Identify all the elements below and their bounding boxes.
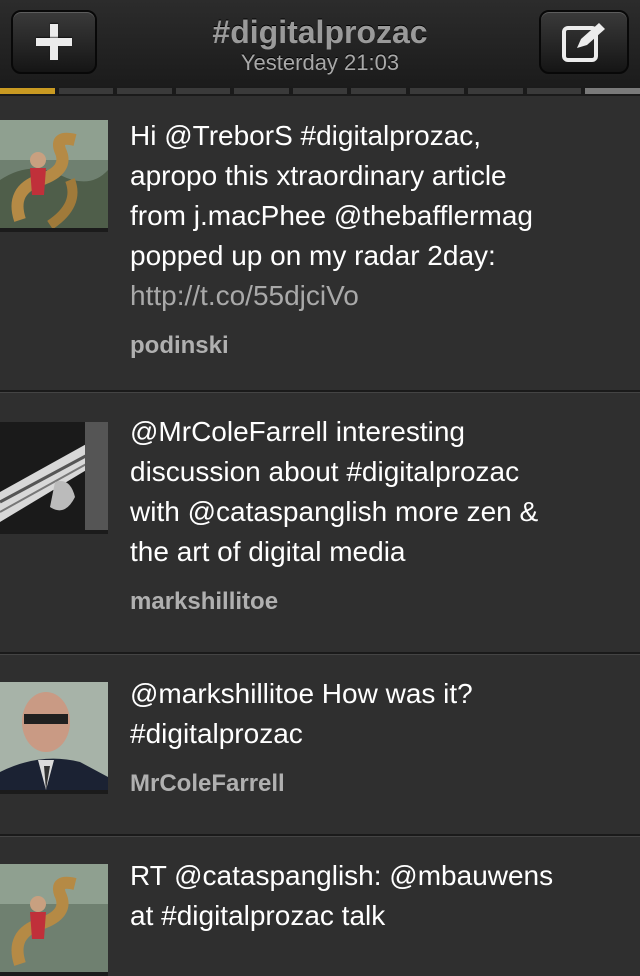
navigation-bar: #digitalprozac Yesterday 21:03 [0, 0, 640, 89]
tweet-text: @MrColeFarrell interesting discussion ab… [130, 416, 539, 567]
tweet-username[interactable]: MrColeFarrell [130, 770, 285, 798]
tweet-text: RT @cataspanglish: @mbauwens at #digital… [130, 860, 554, 931]
nav-title-group: #digitalprozac Yesterday 21:03 [110, 14, 530, 76]
page-title: #digitalprozac [212, 14, 428, 50]
tweet-item[interactable]: @MrColeFarrell interesting discussion ab… [0, 392, 640, 654]
tweet-item[interactable]: Hi @TreborS #digitalprozac, apropo this … [0, 96, 640, 392]
avatar-image [0, 422, 108, 530]
page-subtitle: Yesterday 21:03 [240, 50, 400, 75]
tweet-link[interactable]: http://t.co/55djciVo [130, 280, 359, 311]
tweet-item[interactable]: RT @cataspanglish: @mbauwens at #digital… [0, 836, 640, 976]
avatar-image [0, 864, 108, 972]
tweet-username[interactable]: markshillitoe [130, 588, 278, 616]
page-dot [117, 88, 172, 94]
plus-icon [36, 24, 72, 60]
page-dot [234, 88, 289, 94]
avatar[interactable] [0, 682, 108, 794]
compose-button[interactable] [539, 10, 629, 74]
page-indicator [0, 88, 640, 96]
page-dot [526, 88, 582, 94]
page-dot [292, 88, 348, 94]
tweet-list: Hi @TreborS #digitalprozac, apropo this … [0, 96, 640, 976]
page-dot [351, 88, 406, 94]
tweet-body: Hi @TreborS #digitalprozac, apropo this … [130, 120, 533, 271]
avatar-image [0, 120, 108, 228]
page-dot [58, 88, 114, 94]
page-dot [0, 88, 55, 94]
avatar[interactable] [0, 864, 108, 976]
avatar-image [0, 682, 108, 790]
compose-icon [562, 23, 605, 62]
tweet-username[interactable]: podinski [130, 332, 229, 360]
tweet-text: @markshillitoe How was it? #digitalproza… [130, 678, 473, 749]
avatar[interactable] [0, 422, 108, 534]
avatar[interactable] [0, 120, 108, 232]
tweet-item[interactable]: @markshillitoe How was it? #digitalproza… [0, 654, 640, 836]
add-button[interactable] [11, 10, 97, 74]
page-dot [468, 88, 523, 94]
tweet-text: Hi @TreborS #digitalprozac, apropo this … [130, 116, 624, 316]
page-dot [175, 88, 231, 94]
page-dot [409, 88, 465, 94]
page-dot [585, 88, 640, 94]
